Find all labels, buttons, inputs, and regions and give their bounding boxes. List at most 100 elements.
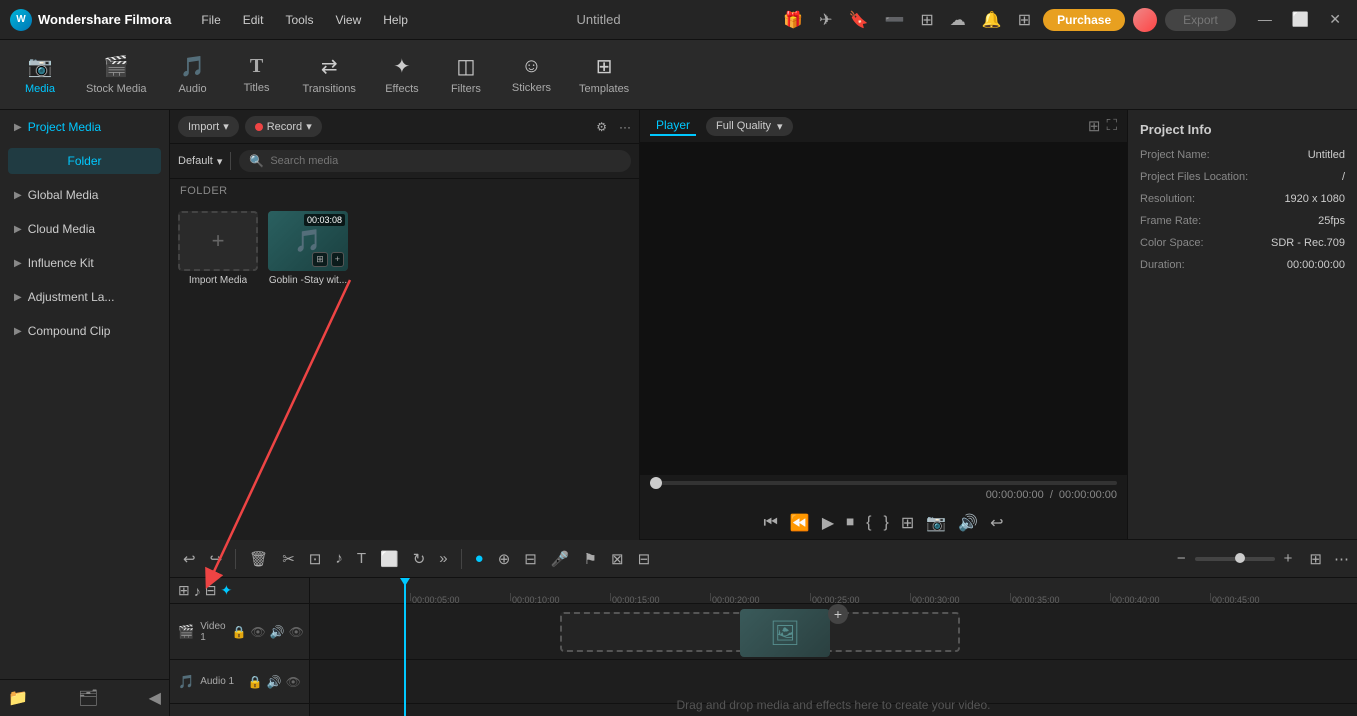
add-folder-icon[interactable]: 📁	[8, 688, 28, 708]
search-box[interactable]: 🔍	[239, 150, 631, 172]
avatar[interactable]	[1133, 8, 1157, 32]
tl-add-audio-btn[interactable]: ♪	[194, 583, 201, 599]
collapse-icon[interactable]: ◀	[149, 688, 161, 708]
undo-btn[interactable]: ↩	[990, 513, 1003, 533]
menu-file[interactable]: File	[191, 9, 230, 31]
tl-mask-btn[interactable]: ⬜	[375, 547, 404, 571]
playhead[interactable]	[404, 578, 406, 716]
toolbar-titles[interactable]: T Titles	[227, 49, 287, 100]
toolbar-stickers[interactable]: ☺ Stickers	[500, 49, 563, 100]
tl-cut-btn[interactable]: ✂	[277, 547, 300, 571]
sidebar-item-influence-kit[interactable]: ▶ Influence Kit	[4, 248, 165, 278]
thumb-btn-2[interactable]: +	[331, 252, 344, 267]
sidebar-item-project-media[interactable]: ▶ Project Media	[4, 112, 165, 142]
tl-undo-btn[interactable]: ↩	[178, 547, 201, 571]
toolbar-audio[interactable]: 🎵 Audio	[163, 48, 223, 101]
tl-monitor-btn[interactable]: ⊠	[606, 547, 629, 571]
tl-flag-btn[interactable]: ⚑	[579, 547, 602, 571]
video-track-audio-icon[interactable]: 🔊	[270, 625, 285, 639]
tl-zoom-out-btn[interactable]: −	[1172, 547, 1191, 570]
toolbar-media[interactable]: 📷 Media	[10, 48, 70, 101]
sidebar-item-compound-clip[interactable]: ▶ Compound Clip	[4, 316, 165, 346]
apps-icon[interactable]: ⊞	[1014, 8, 1035, 32]
import-media-box[interactable]: +	[178, 211, 258, 271]
window-icon[interactable]: ⊞	[916, 8, 937, 32]
tl-add-sub-btn[interactable]: ⊟	[205, 582, 217, 599]
menu-edit[interactable]: Edit	[233, 9, 274, 31]
tl-add-video-btn[interactable]: ⊞	[178, 582, 190, 599]
tl-text-btn[interactable]: T	[352, 547, 371, 570]
tl-audio-btn[interactable]: ♪	[330, 547, 348, 570]
tl-loop-btn[interactable]: ↻	[408, 547, 431, 571]
drop-plus-btn[interactable]: +	[828, 604, 848, 624]
tl-marker-btn[interactable]: ⊟	[519, 547, 542, 571]
tl-media-btn[interactable]: ⊟	[633, 547, 656, 571]
goblin-thumb[interactable]: 🎵 00:03:08 ⊞ +	[268, 211, 348, 271]
menu-tools[interactable]: Tools	[275, 9, 323, 31]
rewind-to-start-btn[interactable]: ⏮	[764, 514, 778, 532]
new-folder-icon[interactable]: 🗂	[78, 688, 98, 708]
import-button[interactable]: Import ▾	[178, 116, 239, 137]
quality-select[interactable]: Full Quality ▾	[706, 117, 793, 136]
sidebar-item-cloud-media[interactable]: ▶ Cloud Media	[4, 214, 165, 244]
clip-settings-btn[interactable]: ⊞	[901, 513, 914, 533]
mark-out-btn[interactable]: }	[884, 514, 889, 532]
tl-grid-btn[interactable]: ⊞	[1309, 550, 1322, 568]
video-track-eye-icon[interactable]: 👁	[251, 625, 266, 639]
record-button[interactable]: Record ▾	[245, 116, 322, 137]
minimize-icon[interactable]: ➖	[880, 8, 908, 32]
tl-magnet-btn[interactable]: ⊕	[493, 547, 516, 571]
cloud-icon[interactable]: ☁	[946, 8, 970, 32]
search-input[interactable]	[270, 155, 621, 167]
audio-track-mute-icon[interactable]: 🔊	[267, 675, 282, 689]
menu-help[interactable]: Help	[373, 9, 418, 31]
snapshot-btn[interactable]: 📷	[926, 513, 946, 533]
play-btn[interactable]: ▶	[822, 513, 834, 533]
sidebar-folder[interactable]: Folder	[8, 148, 161, 174]
bookmark-icon[interactable]: 🔖	[845, 8, 873, 32]
toolbar-transitions[interactable]: ⇄ Transitions	[291, 48, 368, 101]
tl-delete-btn[interactable]: 🗑	[244, 547, 273, 571]
menu-view[interactable]: View	[325, 9, 371, 31]
export-button[interactable]: Export	[1165, 9, 1236, 31]
bell-icon[interactable]: 🔔	[978, 8, 1006, 32]
tl-mic-btn[interactable]: 🎤	[546, 547, 575, 571]
tl-more-btn[interactable]: »	[434, 547, 452, 570]
close-window-btn[interactable]: ✕	[1323, 9, 1347, 30]
purchase-button[interactable]: Purchase	[1043, 9, 1125, 31]
tl-add-effect-btn[interactable]: ✦	[220, 582, 232, 599]
sidebar-item-adjustment-layer[interactable]: ▶ Adjustment La...	[4, 282, 165, 312]
fullscreen-icon[interactable]: ⛶	[1106, 117, 1117, 135]
video-track-solo-icon[interactable]: 👁	[289, 625, 304, 639]
player-tab[interactable]: Player	[650, 116, 696, 136]
toolbar-templates[interactable]: ⊞ Templates	[567, 48, 641, 101]
stop-btn[interactable]: ⏹	[846, 514, 854, 532]
toolbar-effects[interactable]: ✦ Effects	[372, 48, 432, 101]
audio-track-solo-icon[interactable]: 👁	[286, 675, 301, 689]
step-back-btn[interactable]: ⏪	[790, 513, 810, 533]
toolbar-stock-media[interactable]: 🎬 Stock Media	[74, 48, 159, 101]
tl-settings-btn[interactable]: ⋯	[1334, 550, 1349, 568]
audio-btn[interactable]: 🔊	[958, 513, 978, 533]
gift-icon[interactable]: 🎁	[779, 8, 807, 32]
more-icon[interactable]: ···	[619, 120, 631, 134]
tl-snap-btn[interactable]: ●	[470, 547, 489, 570]
upgrade-icon[interactable]: ✈	[815, 8, 836, 32]
progress-thumb[interactable]	[650, 477, 662, 489]
zoom-bar[interactable]	[1195, 557, 1275, 561]
tl-zoom-in-btn[interactable]: +	[1279, 547, 1298, 570]
mark-in-btn[interactable]: {	[866, 514, 871, 532]
tl-redo-btn[interactable]: ↪	[205, 547, 228, 571]
goblin-media-item[interactable]: 🎵 00:03:08 ⊞ + Goblin -Stay wit...	[268, 211, 348, 286]
default-button[interactable]: Default ▾	[178, 155, 222, 168]
tl-crop-btn[interactable]: ⊡	[304, 547, 327, 571]
sidebar-item-global-media[interactable]: ▶ Global Media	[4, 180, 165, 210]
toolbar-filters[interactable]: ◫ Filters	[436, 48, 496, 101]
thumb-btn-1[interactable]: ⊞	[312, 252, 328, 267]
filter-icon[interactable]: ⚙	[596, 120, 607, 134]
progress-bar[interactable]	[650, 481, 1117, 485]
audio-track-lock-icon[interactable]: 🔒	[248, 675, 263, 689]
minimize-window-btn[interactable]: —	[1252, 9, 1278, 30]
maximize-window-btn[interactable]: ⬜	[1286, 9, 1315, 30]
drop-zone-media[interactable]: 🖼	[740, 609, 830, 657]
